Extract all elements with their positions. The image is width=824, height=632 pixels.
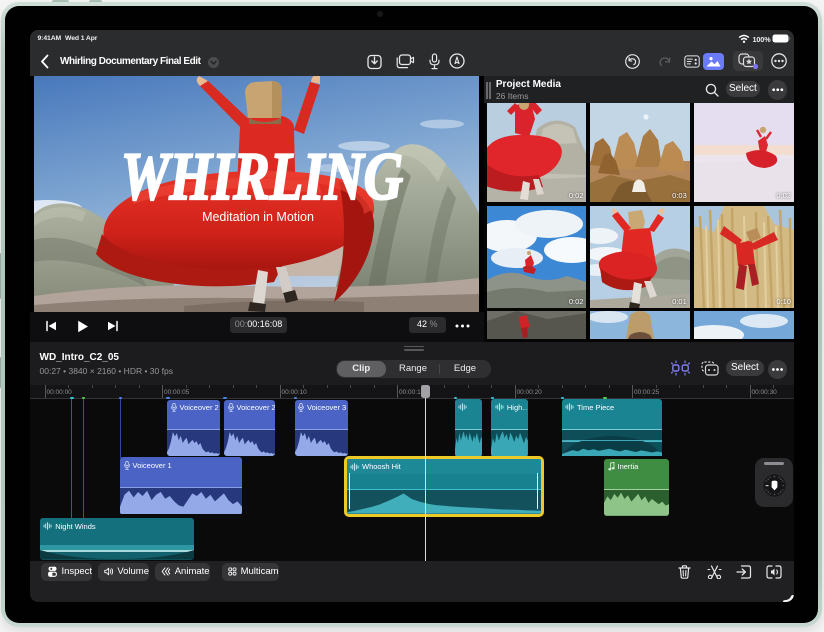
svg-text:WHIRLING: WHIRLING <box>121 138 403 214</box>
svg-text:Meditation in Motion: Meditation in Motion <box>202 210 314 224</box>
